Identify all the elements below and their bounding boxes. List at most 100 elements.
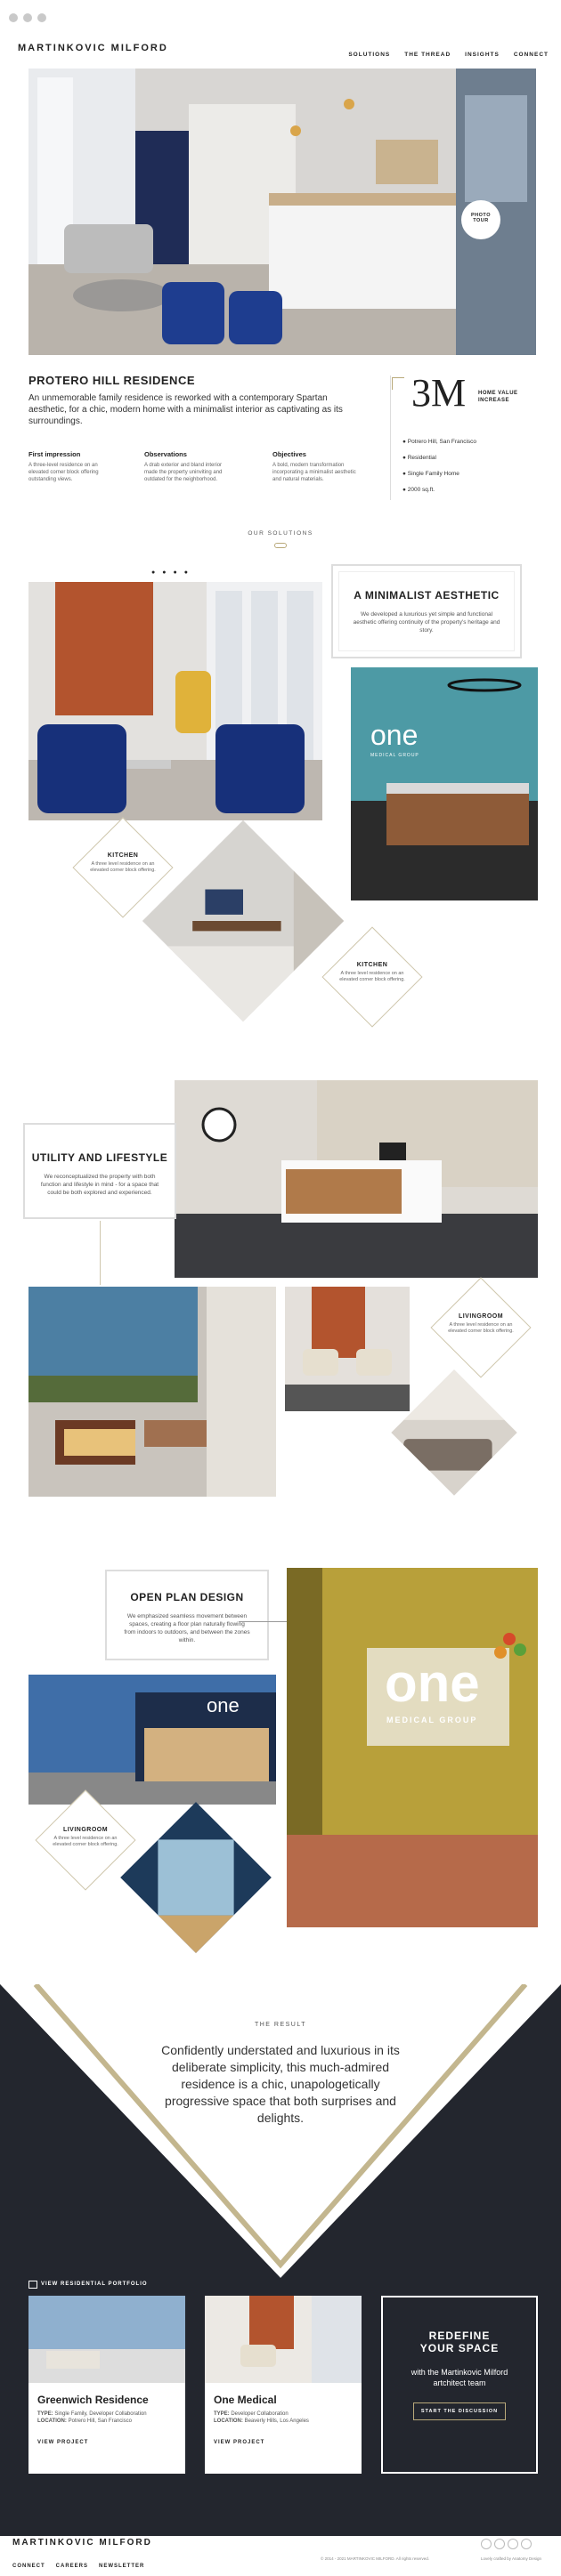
column-text: A three-level residence on an elevated c…	[28, 463, 99, 482]
diamond-text: A three level residence on an elevated c…	[339, 971, 405, 982]
fact-category: Residential	[407, 455, 436, 461]
card-type-label: TYPE:	[37, 2411, 53, 2417]
window-controls	[9, 11, 52, 27]
column-heading: Observations	[144, 450, 187, 458]
nav-the-thread[interactable]: THE THREAD	[404, 52, 451, 58]
column-heading: Objectives	[272, 450, 306, 458]
copyright: © 2014 - 2021 MARTINKOVIC MILFORD. All r…	[321, 2556, 430, 2561]
column-observations: Observations A drab exterior and bland i…	[144, 450, 224, 483]
facts-list: ● Potrero Hill, San Francisco ● Resident…	[402, 434, 476, 498]
card-image	[28, 2296, 185, 2383]
houzz-icon[interactable]	[521, 2539, 532, 2549]
openplan-title: OPEN PLAN DESIGN	[130, 1591, 244, 1603]
page: { "window":{"dots":["close","minimize","…	[0, 0, 561, 2576]
card-location: Beaverly Hills, Los Angeles	[244, 2419, 309, 2424]
sofa-photo	[391, 1369, 517, 1496]
footer-careers[interactable]: CAREERS	[56, 2564, 88, 2569]
pager-dot-4[interactable]: ●	[184, 569, 195, 576]
seating-photo	[285, 1287, 410, 1411]
maximize-dot[interactable]	[37, 13, 46, 22]
card-location-label: LOCATION:	[37, 2419, 67, 2424]
close-dot[interactable]	[9, 13, 18, 22]
fact-item: ● Potrero Hill, San Francisco	[402, 439, 477, 445]
twitter-icon[interactable]	[494, 2539, 505, 2549]
lounge-photo	[28, 1287, 276, 1497]
card-body: Greenwich Residence TYPE: Single Family,…	[28, 2383, 185, 2456]
utility-text: We reconceptualized the property with bo…	[40, 1174, 159, 1196]
facebook-icon[interactable]	[481, 2539, 492, 2549]
pager-dot-1[interactable]: ●	[151, 569, 162, 576]
diamond-livingroom-1-text: LIVINGROOM A three level residence on an…	[445, 1313, 516, 1335]
card-one-medical[interactable]: One Medical TYPE: Developer Collaboratio…	[205, 2296, 362, 2474]
diamond-text: A three level residence on an elevated c…	[448, 1322, 514, 1334]
card-image	[205, 2296, 362, 2383]
openplan-card: OPEN PLAN DESIGN We emphasized seamless …	[105, 1570, 269, 1660]
footer-logo[interactable]: MARTINKOVIC MILFORD	[12, 2538, 152, 2548]
diamond-livingroom-2-text: LIVINGROOM A three level residence on an…	[50, 1827, 121, 1848]
fact-size: 2000 sq.ft.	[407, 487, 435, 493]
signage-sub: MEDICAL GROUP	[370, 753, 419, 758]
stat-label-2: INCREASE	[478, 398, 510, 403]
project-intro: An unmemorable family residence is rewor…	[28, 393, 343, 426]
promo-title-2: YOUR SPACE	[419, 2342, 500, 2354]
badge-line-2: TOUR	[473, 218, 489, 223]
diamond-title: LIVINGROOM	[458, 1313, 504, 1320]
diamond-text: A three level residence on an elevated c…	[53, 1836, 118, 1847]
nav-insights[interactable]: INSIGHTS	[465, 52, 500, 58]
card-title: One Medical	[214, 2394, 277, 2406]
utility-card: UTILITY AND LIFESTYLE We reconceptualize…	[23, 1123, 176, 1219]
connector-line-2	[239, 1621, 287, 1622]
start-discussion-button[interactable]: START THE DISCUSSION	[413, 2402, 506, 2420]
pager-dot-2[interactable]: ●	[162, 569, 173, 576]
result-quote: Confidently understated and luxurious in…	[161, 2043, 400, 2125]
card-greenwich[interactable]: Greenwich Residence TYPE: Single Family,…	[28, 2296, 185, 2474]
footer-links: CONNECT CAREERS NEWSLETTER	[12, 2556, 155, 2572]
site-logo[interactable]: MARTINKOVIC MILFORD	[18, 43, 168, 53]
minimize-dot[interactable]	[23, 13, 32, 22]
signage-photo: one MEDICAL GROUP	[287, 1568, 538, 1927]
utility-title: UTILITY AND LIFESTYLE	[31, 1151, 168, 1164]
column-objectives: Objectives A bold, modern transformation…	[272, 450, 362, 483]
promo-card: REDEFINE YOUR SPACE with the Martinkovic…	[381, 2296, 538, 2474]
openplan-text: We emphasized seamless movement between …	[124, 1613, 250, 1643]
nav-solutions[interactable]: SOLUTIONS	[348, 52, 390, 58]
fact-item: ● Single Family Home	[402, 471, 459, 477]
diamond-title: LIVINGROOM	[62, 1827, 109, 1833]
instagram-icon[interactable]	[508, 2539, 518, 2549]
card-type-label: TYPE:	[214, 2411, 230, 2417]
result-label: THE RESULT	[254, 2022, 307, 2028]
solutions-ornament	[274, 543, 287, 548]
card-location: Potrero Hill, San Francisco	[68, 2419, 132, 2424]
fact-item: ● Residential	[402, 455, 436, 461]
card-type: Single Family, Developer Collaboration	[54, 2411, 147, 2417]
sign-sub: MEDICAL GROUP	[386, 1716, 478, 1724]
front-desk-photo	[175, 1080, 538, 1278]
sign-brand: one	[385, 1653, 480, 1713]
credit: Lovely crafted by Anatomy Design	[481, 2556, 542, 2561]
footer-connect[interactable]: CONNECT	[12, 2564, 45, 2569]
card-location-label: LOCATION:	[214, 2419, 243, 2424]
column-first-impression: First impression A three-level residence…	[28, 450, 109, 483]
portfolio-link[interactable]: VIEW RESIDENTIAL PORTFOLIO	[41, 2281, 148, 2287]
nav-connect[interactable]: CONNECT	[514, 52, 549, 58]
diamond-title: KITCHEN	[356, 962, 388, 968]
pager-dot-3[interactable]: ●	[173, 569, 183, 576]
solutions-label: OUR SOLUTIONS	[248, 530, 313, 537]
stat-value: 3M	[411, 371, 467, 415]
main-nav: SOLUTIONS THE THREAD INSIGHTS CONNECT	[334, 44, 549, 61]
reception-photo: one MEDICAL GROUP	[351, 667, 538, 900]
kitchen-photo	[142, 820, 345, 1022]
result-section	[0, 1984, 561, 2287]
diamond-title: KITCHEN	[107, 852, 139, 859]
card-title: Greenwich Residence	[37, 2394, 149, 2406]
photo-tour-badge[interactable]: PHOTO TOUR	[461, 200, 500, 239]
promo-title-1: REDEFINE	[428, 2330, 491, 2342]
aesthetic-title: A MINIMALIST AESTHETIC	[354, 589, 500, 602]
lobby-photo	[28, 582, 322, 820]
project-title: PROTERO HILL RESIDENCE	[28, 374, 196, 387]
view-project-link[interactable]: VIEW PROJECT	[37, 2440, 176, 2445]
connector-line	[100, 1221, 101, 1285]
view-project-link[interactable]: VIEW PROJECT	[214, 2440, 353, 2445]
hero-image	[28, 69, 536, 355]
footer-newsletter[interactable]: NEWSLETTER	[99, 2564, 144, 2569]
